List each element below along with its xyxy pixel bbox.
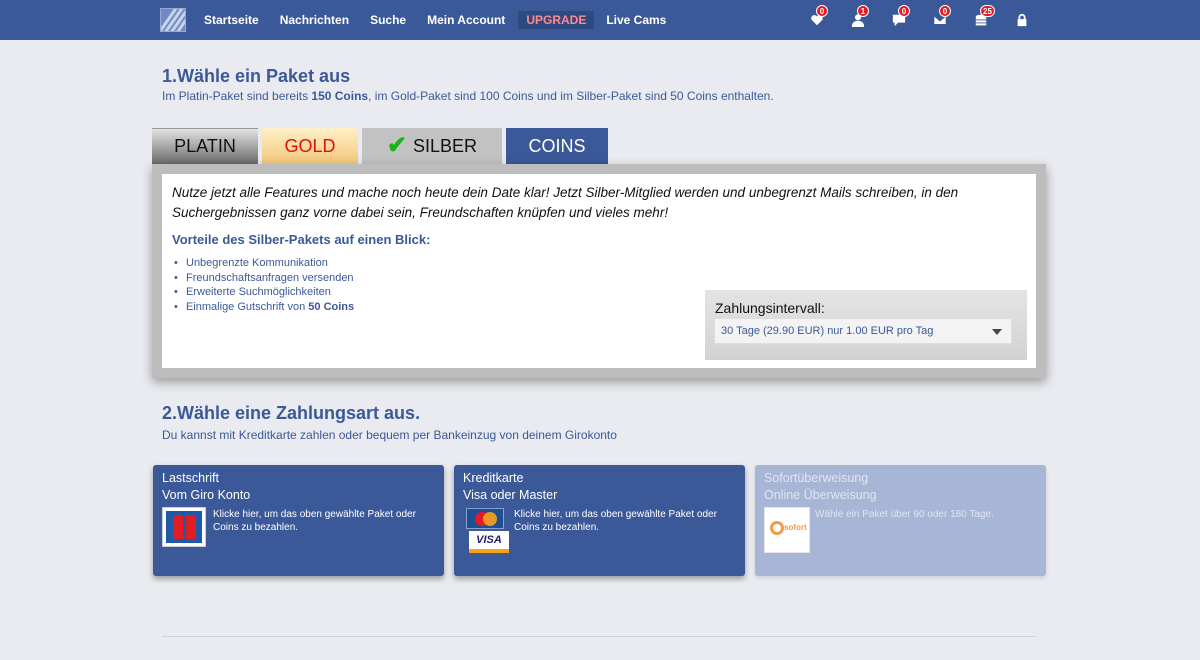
package-intro: Nutze jetzt alle Features und mache noch…: [172, 185, 959, 220]
payment-kreditkarte-subtitle: Visa oder Master: [463, 488, 558, 502]
list-item: Einmalige Gutschrift von 50 Coins: [172, 300, 354, 315]
payment-lastschrift-title: Lastschrift: [162, 471, 219, 485]
section1-subtitle: Im Platin-Paket sind bereits 150 Coins, …: [162, 89, 774, 103]
payment-sofort-subtitle: Online Überweisung: [764, 488, 877, 502]
top-navigation-bar: Startseite Nachrichten Suche Mein Accoun…: [0, 0, 1200, 40]
tab-platin[interactable]: PLATIN: [152, 128, 258, 164]
benefit-last-bold: 50 Coins: [308, 300, 355, 313]
tab-coins-label: COINS: [528, 135, 586, 156]
nav-nachrichten[interactable]: Nachrichten: [280, 13, 349, 27]
payment-interval-label: Zahlungsintervall:: [715, 300, 825, 316]
tab-coins[interactable]: COINS: [506, 128, 608, 164]
section1-sub-suffix: , im Gold-Paket sind 100 Coins und im Si…: [368, 89, 774, 103]
tab-gold-label: GOLD: [284, 135, 336, 156]
payment-interval-box: Zahlungsintervall: 30 Tage (29.90 EUR) n…: [705, 290, 1027, 360]
favorites-count-badge: 0: [816, 5, 828, 17]
payment-lastschrift-desc: Klicke hier, um das oben gewählte Paket …: [213, 509, 416, 533]
mastercard-icon: [466, 508, 504, 529]
tab-silber-label: SILBER: [413, 135, 478, 156]
nav-suche[interactable]: Suche: [370, 13, 406, 27]
payment-kreditkarte-title: Kreditkarte: [463, 471, 524, 485]
nav-live-cams[interactable]: Live Cams: [606, 13, 666, 27]
payment-sofort-card: Sofortüberweisung Online Überweisung sof…: [755, 465, 1046, 576]
payment-sofort-desc: Wähle ein Paket über 90 oder 180 Tage.: [815, 509, 994, 520]
nav-mein-account[interactable]: Mein Account: [427, 13, 505, 27]
visitors-count-badge: 1: [857, 5, 869, 17]
section1-title: 1.Wähle ein Paket aus: [162, 66, 351, 86]
section1-sub-prefix: Im Platin-Paket sind bereits: [162, 89, 312, 103]
package-panel: Nutze jetzt alle Features und mache noch…: [152, 164, 1046, 378]
chevron-down-icon: [992, 329, 1002, 335]
tab-platin-label: PLATIN: [174, 136, 236, 156]
benefits-title: Vorteile des Silber-Pakets auf einen Bli…: [172, 232, 431, 247]
package-content: Nutze jetzt alle Features und mache noch…: [162, 174, 1036, 368]
lock-icon: [1017, 13, 1027, 27]
payment-kreditkarte-card[interactable]: Kreditkarte Visa oder Master VISA Klicke…: [454, 465, 745, 576]
list-item: Unbegrenzte Kommunikation: [172, 256, 354, 271]
divider: [162, 636, 1036, 637]
nav-upgrade[interactable]: UPGRADE: [518, 11, 595, 29]
mail-count-badge: 0: [939, 5, 951, 17]
payment-interval-select[interactable]: 30 Tage (29.90 EUR) nur 1.00 EUR pro Tag: [714, 318, 1012, 344]
payment-lastschrift-card[interactable]: Lastschrift Vom Giro Konto Klicke hier, …: [153, 465, 444, 576]
visitors-button[interactable]: 1: [848, 5, 869, 30]
sofort-icon: sofort: [764, 507, 810, 553]
main-nav: Startseite Nachrichten Suche Mein Accoun…: [204, 0, 687, 40]
site-logo[interactable]: [160, 8, 186, 32]
payment-sofort-title: Sofortüberweisung: [764, 471, 869, 485]
list-item: Erweiterte Suchmöglichkeiten: [172, 285, 354, 300]
section2-title: 2.Wähle eine Zahlungsart aus.: [162, 403, 421, 423]
chat-button[interactable]: 0: [889, 5, 910, 30]
payment-lastschrift-subtitle: Vom Giro Konto: [162, 488, 251, 502]
mail-button[interactable]: 0: [930, 5, 951, 30]
payment-interval-value: 30 Tage (29.90 EUR) nur 1.00 EUR pro Tag: [721, 325, 934, 337]
benefit-last-prefix: Einmalige Gutschrift von: [186, 300, 309, 313]
tab-silber[interactable]: ✔ SILBER: [362, 128, 502, 164]
list-item: Freundschaftsanfragen versenden: [172, 271, 354, 286]
chat-count-badge: 0: [898, 5, 910, 17]
section2-subtitle: Du kannst mit Kreditkarte zahlen oder be…: [162, 428, 617, 442]
benefits-list: Unbegrenzte Kommunikation Freundschaftsa…: [172, 256, 354, 314]
nav-startseite[interactable]: Startseite: [204, 13, 259, 27]
tab-gold[interactable]: GOLD: [262, 128, 358, 164]
ec-card-icon: [162, 507, 206, 547]
logout-button[interactable]: [1012, 10, 1032, 30]
checkmark-icon: ✔: [386, 132, 408, 159]
favorites-button[interactable]: 0: [807, 5, 828, 30]
payment-kreditkarte-desc: Klicke hier, um das oben gewählte Paket …: [514, 509, 717, 533]
notification-icons: 0 1 0 0 25: [786, 0, 1032, 40]
visa-icon: VISA: [469, 531, 509, 553]
coins-button[interactable]: 25: [971, 5, 995, 30]
coins-count-badge: 25: [980, 5, 995, 17]
section1-sub-bold: 150 Coins: [311, 89, 369, 103]
